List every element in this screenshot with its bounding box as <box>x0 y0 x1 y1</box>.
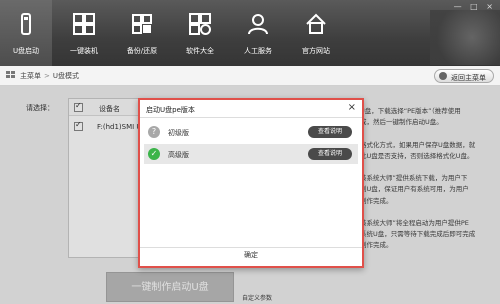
decorative-logo <box>430 10 500 65</box>
dialog-title: 启动U盘pe版本 <box>146 106 195 114</box>
breadcrumb-home[interactable]: 主菜单 <box>20 72 41 80</box>
usb-drive-icon <box>21 13 31 35</box>
option-advanced[interactable]: ✓ 高级版 查看说明 <box>144 144 358 164</box>
support-person-icon <box>248 14 268 35</box>
confirm-button[interactable]: 确定 <box>140 250 362 260</box>
back-to-main-button[interactable]: 返回主菜单 <box>434 69 494 83</box>
back-arrow-icon <box>439 72 447 80</box>
windows-grid-icon <box>73 13 95 35</box>
option-basic[interactable]: ? 初级版 查看说明 <box>144 122 358 142</box>
toolbar-label: 软件大全 <box>186 47 214 55</box>
toolbar-website[interactable]: 官方网站 <box>290 0 342 66</box>
home-icon[interactable] <box>6 70 16 80</box>
toolbar-usb-boot[interactable]: U盘启动 <box>0 0 52 66</box>
back-button-label: 返回主菜单 <box>451 74 486 82</box>
toolbar-support[interactable]: 人工服务 <box>232 0 284 66</box>
toolbar-label: 人工服务 <box>244 47 272 55</box>
toolbar-label: 备份/还原 <box>126 47 158 55</box>
option-label: 初级版 <box>168 129 189 137</box>
toolbar-label: U盘启动 <box>12 47 40 55</box>
question-icon: ? <box>148 126 160 138</box>
backup-restore-icon <box>132 14 152 34</box>
toolbar-label: 一键装机 <box>70 47 98 55</box>
breadcrumb-current: U盘模式 <box>52 72 79 80</box>
divider <box>140 117 362 118</box>
home-icon <box>306 13 326 34</box>
toolbar-one-click-install[interactable]: 一键装机 <box>58 0 110 66</box>
toolbar-label: 官方网站 <box>302 47 330 55</box>
top-toolbar: U盘启动 一键装机 备份/还原 软件大全 人工服务 官方网站 — □ × <box>0 0 500 66</box>
breadcrumb: 主菜单 > U盘模式 返回主菜单 <box>0 66 500 86</box>
option-label: 高级版 <box>168 151 189 159</box>
divider <box>140 247 362 248</box>
check-circle-icon: ✓ <box>148 148 160 160</box>
view-details-button[interactable]: 查看说明 <box>308 148 352 160</box>
pe-version-dialog: 启动U盘pe版本 × ? 初级版 查看说明 ✓ 高级版 查看说明 确定 <box>138 98 364 268</box>
close-icon[interactable]: × <box>348 102 356 113</box>
apps-grid-icon <box>189 13 211 35</box>
view-details-button[interactable]: 查看说明 <box>308 126 352 138</box>
breadcrumb-path: 主菜单 > U盘模式 <box>20 71 79 81</box>
toolbar-backup-restore[interactable]: 备份/还原 <box>116 0 168 66</box>
toolbar-software[interactable]: 软件大全 <box>174 0 226 66</box>
window-controls[interactable]: — □ × <box>454 2 496 11</box>
breadcrumb-separator: > <box>44 72 50 80</box>
